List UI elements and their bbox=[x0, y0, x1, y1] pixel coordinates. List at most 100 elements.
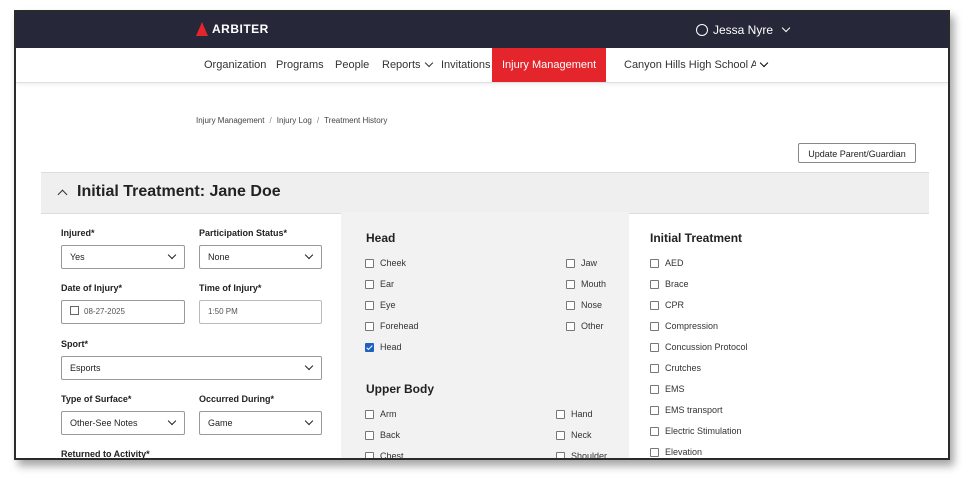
section-header[interactable]: Initial Treatment: Jane Doe bbox=[41, 172, 929, 214]
upper-arm-checkbox[interactable]: Arm bbox=[365, 409, 397, 419]
upper-shoulder-checkbox[interactable]: Shoulder bbox=[556, 451, 608, 460]
checkbox-label: Neck bbox=[571, 430, 592, 440]
upper-hand-checkbox[interactable]: Hand bbox=[556, 409, 593, 419]
user-menu[interactable]: Jessa Nyre bbox=[696, 23, 791, 37]
injured-value: Yes bbox=[70, 252, 85, 262]
checkbox-icon bbox=[650, 363, 659, 373]
checkbox-icon bbox=[365, 258, 374, 268]
sport-value: Esports bbox=[70, 363, 101, 373]
checkbox-icon bbox=[365, 409, 374, 419]
checkbox-icon bbox=[650, 258, 659, 268]
treatment-concussion-checkbox[interactable]: Concussion Protocol bbox=[650, 342, 748, 352]
checkbox-label: Head bbox=[380, 342, 402, 352]
chevron-down-icon bbox=[167, 416, 177, 426]
arbiter-logo[interactable]: ARBITER bbox=[196, 22, 269, 36]
head-group-title: Head bbox=[366, 231, 396, 245]
nav-invitations[interactable]: Invitations bbox=[441, 48, 491, 82]
head-head-checkbox[interactable]: Head bbox=[365, 342, 402, 352]
checkbox-label: Crutches bbox=[665, 363, 702, 373]
treatment-ems-transport-checkbox[interactable]: EMS transport bbox=[650, 405, 723, 415]
checkbox-icon bbox=[556, 451, 565, 458]
occurred-value: Game bbox=[208, 418, 233, 428]
checkbox-icon bbox=[566, 258, 575, 268]
checkbox-label: Nose bbox=[581, 300, 603, 310]
participation-label: Participation Status* bbox=[199, 228, 288, 238]
checkbox-label: Hand bbox=[571, 409, 593, 419]
checkbox-label: Chest bbox=[380, 451, 404, 460]
breadcrumb-injury-management[interactable]: Injury Management bbox=[196, 116, 264, 125]
nav-people[interactable]: People bbox=[335, 48, 369, 82]
upper-back-checkbox[interactable]: Back bbox=[365, 430, 400, 440]
checkbox-label: Mouth bbox=[581, 279, 607, 289]
treatment-elevation-checkbox[interactable]: Elevation bbox=[650, 447, 702, 457]
treatment-cpr-checkbox[interactable]: CPR bbox=[650, 300, 684, 310]
treatment-aed-checkbox[interactable]: AED bbox=[650, 258, 684, 268]
treatment-compression-checkbox[interactable]: Compression bbox=[650, 321, 718, 331]
upper-neck-checkbox[interactable]: Neck bbox=[556, 430, 592, 440]
surface-value: Other-See Notes bbox=[70, 418, 138, 428]
head-other-checkbox[interactable]: Other bbox=[566, 321, 604, 331]
head-mouth-checkbox[interactable]: Mouth bbox=[566, 279, 606, 289]
arbiter-logo-icon bbox=[196, 22, 208, 36]
injured-label: Injured* bbox=[61, 228, 95, 238]
treatment-brace-checkbox[interactable]: Brace bbox=[650, 279, 689, 289]
chevron-up-icon[interactable] bbox=[57, 189, 68, 200]
calendar-icon bbox=[70, 306, 79, 315]
chevron-down-icon bbox=[424, 58, 433, 68]
nav-organization[interactable]: Organization bbox=[204, 48, 266, 82]
checkbox-label: Elevation bbox=[665, 447, 703, 457]
head-ear-checkbox[interactable]: Ear bbox=[365, 279, 394, 289]
nav-injury-management[interactable]: Injury Management bbox=[492, 48, 607, 82]
checkbox-icon bbox=[365, 279, 374, 289]
initial-treatment-group-title: Initial Treatment bbox=[650, 231, 743, 245]
nav-school-selector[interactable]: Canyon Hills High School Acc bbox=[624, 48, 769, 82]
breadcrumb-injury-log[interactable]: Injury Log bbox=[277, 116, 312, 125]
time-input[interactable]: 1:50 PM bbox=[199, 300, 322, 324]
upper-chest-checkbox[interactable]: Chest bbox=[365, 451, 404, 460]
user-icon bbox=[696, 24, 708, 36]
checkbox-icon bbox=[566, 279, 575, 289]
chevron-down-icon bbox=[781, 23, 791, 33]
update-parent-guardian-button[interactable]: Update Parent/Guardian bbox=[798, 143, 916, 163]
date-input[interactable]: 08-27-2025 bbox=[61, 300, 185, 324]
checkbox-icon bbox=[566, 300, 575, 310]
logo-text: ARBITER bbox=[212, 22, 269, 36]
checkbox-label: AED bbox=[665, 258, 684, 268]
treatment-electric-stim-checkbox[interactable]: Electric Stimulation bbox=[650, 426, 742, 436]
checkbox-checked-icon bbox=[365, 342, 374, 352]
checkbox-label: Ear bbox=[380, 279, 395, 289]
head-forehead-checkbox[interactable]: Forehead bbox=[365, 321, 419, 331]
checkbox-icon bbox=[650, 279, 659, 289]
checkbox-label: Shoulder bbox=[571, 451, 608, 460]
surface-label: Type of Surface* bbox=[61, 394, 132, 404]
checkbox-label: Eye bbox=[380, 300, 396, 310]
checkbox-label: CPR bbox=[665, 300, 685, 310]
nav-programs[interactable]: Programs bbox=[276, 48, 324, 82]
checkbox-icon bbox=[365, 300, 374, 310]
date-value: 08-27-2025 bbox=[84, 307, 125, 316]
injured-select[interactable]: Yes bbox=[61, 245, 185, 269]
head-eye-checkbox[interactable]: Eye bbox=[365, 300, 396, 310]
participation-select[interactable]: None bbox=[199, 245, 322, 269]
sport-select[interactable]: Esports bbox=[61, 356, 322, 380]
checkbox-label: Jaw bbox=[581, 258, 598, 268]
breadcrumb: Injury Management / Injury Log / Treatment H… bbox=[196, 116, 388, 125]
chevron-down-icon bbox=[304, 361, 314, 371]
section-title: Initial Treatment: Jane Doe bbox=[77, 183, 281, 200]
head-jaw-checkbox[interactable]: Jaw bbox=[566, 258, 597, 268]
checkbox-icon bbox=[650, 384, 659, 394]
treatment-ems-checkbox[interactable]: EMS bbox=[650, 384, 685, 394]
breadcrumb-treatment-history: Treatment History bbox=[324, 116, 388, 125]
checkbox-icon bbox=[650, 447, 659, 457]
user-name: Jessa Nyre bbox=[713, 23, 774, 37]
checkbox-label: EMS bbox=[665, 384, 685, 394]
occurred-select[interactable]: Game bbox=[199, 411, 322, 435]
head-nose-checkbox[interactable]: Nose bbox=[566, 300, 602, 310]
head-cheek-checkbox[interactable]: Cheek bbox=[365, 258, 406, 268]
checkbox-icon bbox=[556, 430, 565, 440]
nav-reports[interactable]: Reports bbox=[382, 48, 433, 82]
main-nav: Organization Programs People Reports Inv… bbox=[16, 48, 948, 83]
surface-select[interactable]: Other-See Notes bbox=[61, 411, 185, 435]
chevron-down-icon bbox=[759, 58, 769, 68]
treatment-crutches-checkbox[interactable]: Crutches bbox=[650, 363, 701, 373]
